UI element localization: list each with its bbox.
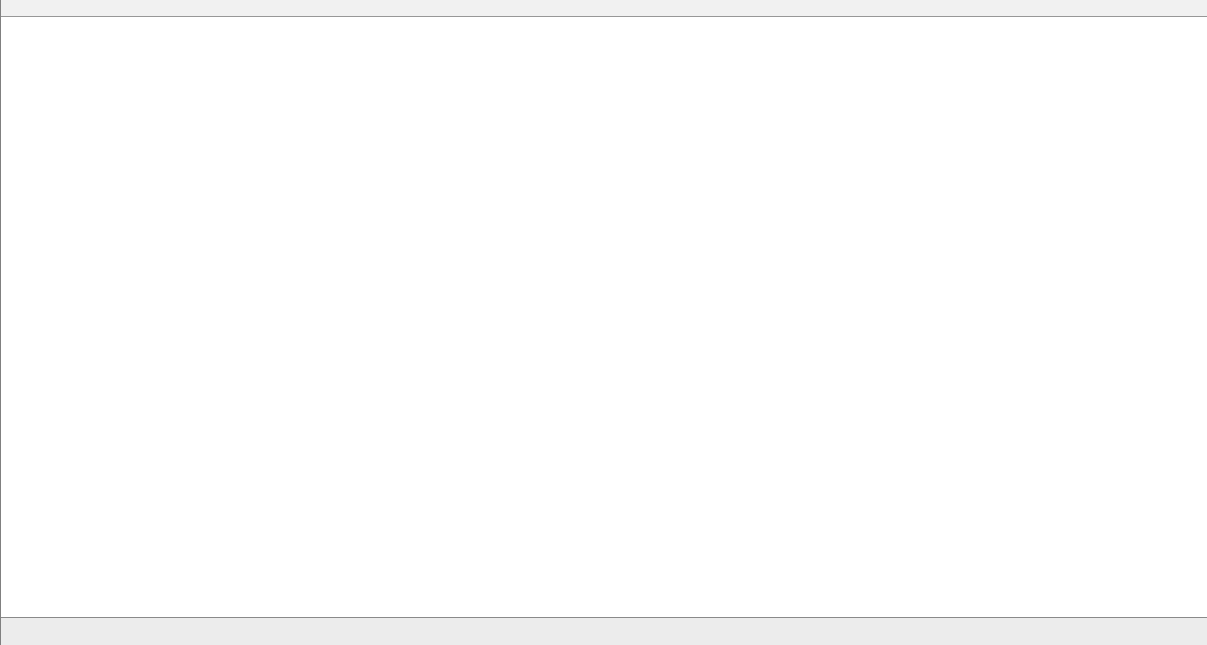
timeframe-toolbar	[1, 0, 1207, 17]
rsi-indicator-title	[11, 550, 19, 562]
trading-terminal-window	[0, 0, 1207, 645]
chart-tab-bar	[1, 617, 1207, 645]
chart-canvas[interactable]	[1, 0, 1207, 645]
chart-symbol-title	[9, 21, 34, 33]
macd-indicator-title	[11, 496, 23, 508]
tab-scroll-buttons	[1181, 629, 1205, 640]
